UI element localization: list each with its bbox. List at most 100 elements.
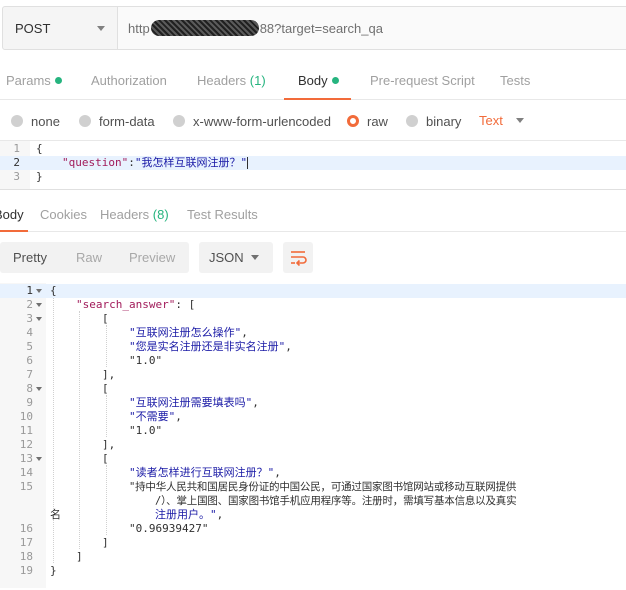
json-punct: , bbox=[285, 340, 292, 353]
line-number: 5 bbox=[26, 340, 33, 353]
json-punct: : [ bbox=[175, 298, 196, 311]
fold-arrow-icon[interactable] bbox=[36, 317, 42, 321]
radio-urlencoded[interactable]: x-www-form-urlencoded bbox=[173, 111, 331, 131]
code-line: 5 "您是实名注册还是非实名注册", bbox=[0, 340, 626, 354]
tab-response-headers-label: Headers bbox=[100, 207, 150, 222]
tab-tests-label: Tests bbox=[500, 73, 531, 88]
line-number: 11 bbox=[19, 424, 33, 437]
response-headers-count: (8) bbox=[152, 207, 169, 222]
code-line: 12 ], bbox=[0, 438, 626, 452]
code-line: 3 } bbox=[0, 170, 626, 184]
code-text: ] bbox=[76, 550, 83, 563]
radio-form-data-label: form-data bbox=[99, 113, 155, 129]
code-text: } bbox=[36, 170, 43, 183]
body-type-options: none form-data x-www-form-urlencoded raw… bbox=[0, 106, 626, 134]
json-string: "互联网注册怎么操作" bbox=[129, 326, 242, 339]
request-body-editor[interactable]: 1 { 2 "question":"我怎样互联网注册？" 3 } bbox=[0, 140, 626, 190]
json-number-string: "1.0" bbox=[129, 424, 163, 437]
format-dropdown[interactable]: JSON bbox=[199, 242, 273, 273]
code-line: 17 ] bbox=[0, 536, 626, 550]
code-text: } bbox=[50, 564, 57, 577]
chevron-down-icon bbox=[251, 255, 259, 260]
tab-authorization[interactable]: Authorization bbox=[91, 62, 167, 100]
code-line: 13 [ bbox=[0, 452, 626, 466]
json-colon: : bbox=[128, 156, 135, 169]
json-string: "互联网注册需要填表吗" bbox=[129, 396, 253, 409]
fold-arrow-icon[interactable] bbox=[36, 289, 42, 293]
line-number: 10 bbox=[19, 410, 33, 423]
code-text: ], bbox=[102, 438, 116, 451]
pretty-button[interactable]: Pretty bbox=[13, 242, 47, 273]
line-number: 1 bbox=[13, 142, 20, 155]
method-select[interactable]: POST bbox=[2, 6, 118, 50]
json-punct: , bbox=[274, 466, 281, 479]
tab-test-results[interactable]: Test Results bbox=[187, 198, 258, 232]
code-line: 11 "1.0" bbox=[0, 424, 626, 438]
tab-response-headers[interactable]: Headers (8) bbox=[100, 198, 169, 232]
code-text: { bbox=[36, 142, 43, 155]
radio-form-data[interactable]: form-data bbox=[79, 111, 155, 131]
url-prefix: http bbox=[128, 20, 150, 36]
radio-binary[interactable]: binary bbox=[406, 111, 461, 131]
code-text: "互联网注册需要填表吗", bbox=[129, 396, 259, 410]
code-line: 2 "search_answer": [ bbox=[0, 298, 626, 312]
tab-response-body[interactable]: Body bbox=[0, 198, 28, 232]
fold-arrow-icon[interactable] bbox=[36, 303, 42, 307]
tab-cookies[interactable]: Cookies bbox=[40, 198, 87, 232]
line-number: 6 bbox=[26, 354, 33, 367]
chevron-down-icon bbox=[97, 26, 105, 31]
tab-params[interactable]: Params bbox=[6, 62, 62, 100]
line-number: 15 bbox=[19, 480, 33, 493]
response-toolbar: Pretty Raw Preview JSON bbox=[0, 242, 626, 274]
code-line: 8 [ bbox=[0, 382, 626, 396]
json-number-string: "1.0" bbox=[129, 354, 163, 367]
radio-none[interactable]: none bbox=[11, 111, 60, 131]
json-key: "search_answer" bbox=[76, 298, 176, 311]
preview-button[interactable]: Preview bbox=[129, 242, 175, 273]
code-text: "不需要", bbox=[129, 410, 182, 424]
code-text: "question":"我怎样互联网注册？" bbox=[62, 156, 249, 170]
code-line: 7 ], bbox=[0, 368, 626, 382]
tab-tests[interactable]: Tests bbox=[500, 62, 530, 100]
radio-circle-icon bbox=[79, 115, 91, 127]
radio-raw[interactable]: raw bbox=[347, 111, 388, 131]
line-number: 3 bbox=[26, 312, 33, 325]
radio-binary-label: binary bbox=[426, 113, 462, 129]
wrap-lines-button[interactable] bbox=[283, 242, 313, 273]
tab-body-label: Body bbox=[298, 73, 328, 88]
code-line: 19 } bbox=[0, 564, 626, 578]
url-suffix: 88?target=search_qa bbox=[259, 20, 383, 36]
code-text: "您是实名注册还是非实名注册", bbox=[129, 340, 292, 354]
json-string: "我怎样互联网注册？" bbox=[134, 156, 248, 169]
code-line: 10 "不需要", bbox=[0, 410, 626, 424]
code-line: 14 "读者怎样进行互联网注册？", bbox=[0, 466, 626, 480]
code-line: 16 "0.96939427" bbox=[0, 522, 626, 536]
json-string: 注册用户。" bbox=[155, 508, 217, 521]
response-body-viewer[interactable]: 1 { 2 "search_answer": [ 3 [ 4 "互联网注册怎么操… bbox=[0, 283, 626, 588]
raw-button[interactable]: Raw bbox=[76, 242, 102, 273]
fold-arrow-icon[interactable] bbox=[36, 387, 42, 391]
code-line-wrapped: /）、掌上国图、国家图书馆手机应用程序等。注册时，需填写基本信息以及真实 bbox=[0, 494, 626, 508]
fold-arrow-icon[interactable] bbox=[36, 457, 42, 461]
json-punct: , bbox=[216, 508, 224, 521]
json-string: /）、掌上国图、国家图书馆手机应用程序等。注册时，需填写基本信息以及真实 bbox=[155, 495, 517, 507]
code-line: 18 ] bbox=[0, 550, 626, 564]
url-input[interactable]: http 88?target=search_qa bbox=[118, 6, 626, 50]
line-number: 17 bbox=[19, 536, 33, 549]
code-text: [ bbox=[102, 382, 109, 395]
line-number: 9 bbox=[26, 396, 33, 409]
radio-circle-icon bbox=[406, 115, 418, 127]
line-number: 16 bbox=[19, 522, 33, 535]
code-text: [ bbox=[102, 452, 109, 465]
code-text: [ bbox=[102, 312, 109, 325]
code-line: 15 "持中华人民共和国居民身份证的中国公民，可通过国家图书馆网站或移动互联网提… bbox=[0, 480, 626, 494]
tab-prerequest-script[interactable]: Pre-request Script bbox=[370, 62, 475, 100]
text-format-dropdown[interactable]: Text bbox=[479, 111, 503, 131]
code-text: "读者怎样进行互联网注册？", bbox=[129, 466, 281, 480]
json-string: "不需要" bbox=[129, 410, 176, 423]
line-number: 2 bbox=[13, 156, 20, 169]
tab-body[interactable]: Body bbox=[284, 62, 351, 100]
code-text: "search_answer": [ bbox=[76, 298, 195, 312]
json-number-string: "0.96939427" bbox=[129, 522, 209, 535]
tab-headers[interactable]: Headers (1) bbox=[197, 62, 266, 100]
